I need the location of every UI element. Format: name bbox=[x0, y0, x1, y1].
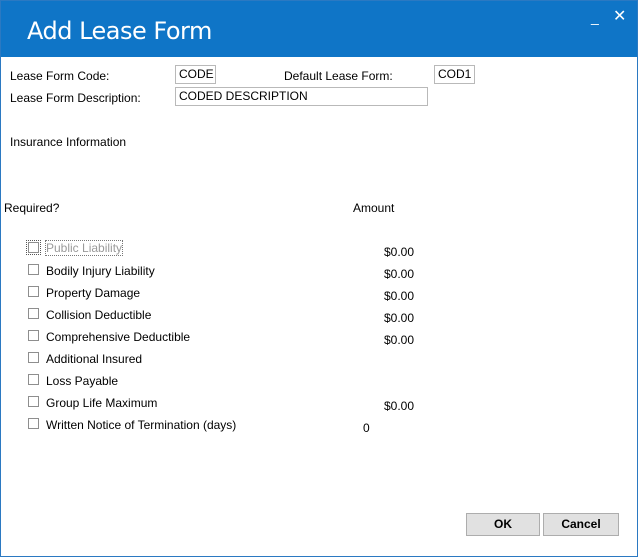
bodily-injury-liability-label: Bodily Injury Liability bbox=[46, 264, 155, 278]
amount-column-header: Amount bbox=[353, 201, 395, 215]
insurance-section-label: Insurance Information bbox=[10, 135, 127, 149]
lease-form-description-label: Lease Form Description: bbox=[10, 91, 141, 105]
collision-deductible-checkbox[interactable] bbox=[28, 308, 39, 319]
lease-form-code-label: Lease Form Code: bbox=[10, 69, 110, 83]
comprehensive-deductible-checkbox[interactable] bbox=[28, 330, 39, 341]
lease-form-code-input[interactable]: CODE bbox=[175, 65, 216, 84]
comprehensive-deductible-label: Comprehensive Deductible bbox=[46, 330, 191, 344]
dialog-title: Add Lease Form bbox=[27, 17, 212, 45]
bodily-injury-liability-amount: $0.00 bbox=[384, 267, 415, 281]
additional-insured-checkbox[interactable] bbox=[28, 352, 39, 363]
property-damage-label: Property Damage bbox=[46, 286, 141, 300]
group-life-maximum-amount: $0.00 bbox=[384, 399, 415, 413]
default-lease-form-label: Default Lease Form: bbox=[284, 69, 393, 83]
close-icon[interactable]: ✕ bbox=[613, 9, 626, 25]
bodily-injury-liability-checkbox[interactable] bbox=[28, 264, 39, 275]
property-damage-checkbox[interactable] bbox=[28, 286, 39, 297]
comprehensive-deductible-amount: $0.00 bbox=[384, 333, 415, 347]
default-lease-form-input[interactable]: COD1 bbox=[434, 65, 475, 84]
dialog-window: Add Lease Form _ ✕ Lease Form Code: CODE… bbox=[0, 0, 638, 557]
cancel-button[interactable]: Cancel bbox=[543, 513, 619, 536]
collision-deductible-label: Collision Deductible bbox=[46, 308, 152, 322]
collision-deductible-amount: $0.00 bbox=[384, 311, 415, 325]
group-life-maximum-label: Group Life Maximum bbox=[46, 396, 158, 410]
minimize-icon[interactable]: _ bbox=[591, 9, 599, 25]
property-damage-amount: $0.00 bbox=[384, 289, 415, 303]
public-liability-amount: $0.00 bbox=[384, 245, 415, 259]
group-life-maximum-checkbox[interactable] bbox=[28, 396, 39, 407]
lease-form-description-input[interactable]: CODED DESCRIPTION bbox=[175, 87, 428, 106]
written-notice-termination-checkbox[interactable] bbox=[28, 418, 39, 429]
loss-payable-checkbox[interactable] bbox=[28, 374, 39, 385]
required-column-header: Required? bbox=[4, 201, 60, 215]
ok-button[interactable]: OK bbox=[466, 513, 540, 536]
written-notice-termination-label: Written Notice of Termination (days) bbox=[46, 418, 237, 432]
loss-payable-label: Loss Payable bbox=[46, 374, 119, 388]
public-liability-checkbox[interactable] bbox=[26, 240, 41, 255]
public-liability-label: Public Liability bbox=[44, 240, 124, 256]
title-bar: Add Lease Form _ ✕ bbox=[1, 1, 637, 57]
additional-insured-label: Additional Insured bbox=[46, 352, 143, 366]
written-notice-termination-amount: 0 bbox=[363, 421, 370, 435]
